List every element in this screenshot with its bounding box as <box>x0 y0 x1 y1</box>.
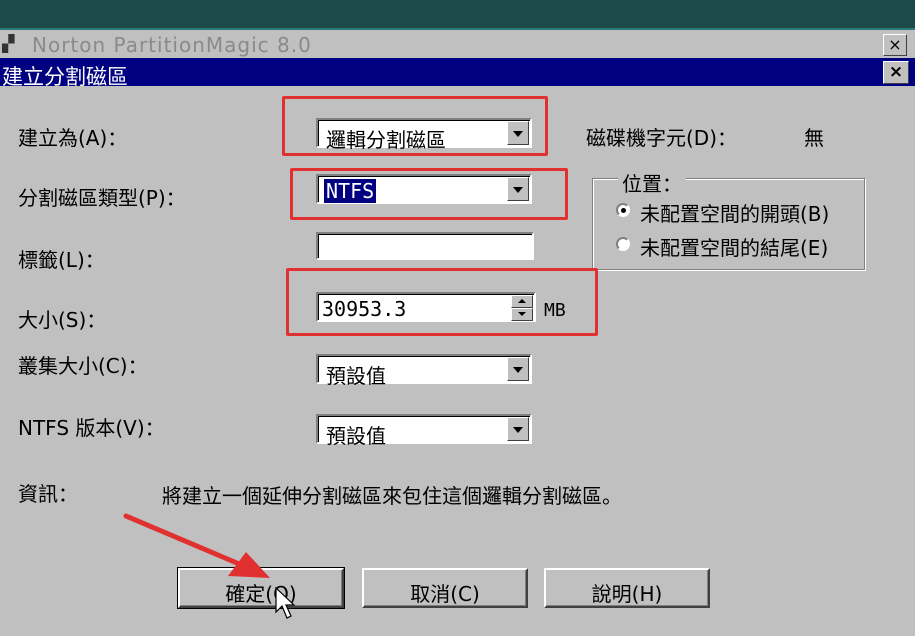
ntfs-version-label: NTFS 版本(V)： <box>18 416 165 440</box>
arrow-shaft <box>123 513 247 569</box>
close-icon[interactable]: × <box>883 61 909 84</box>
radio-end-label[interactable]: 未配置空間的結尾(E) <box>640 232 828 261</box>
cluster-size-label: 叢集大小(C)： <box>18 354 148 378</box>
dialog-title: 建立分割磁區 <box>2 65 128 89</box>
size-label: 大小(S)： <box>18 308 107 332</box>
chevron-down-icon[interactable] <box>507 357 529 381</box>
dialog-titlebar[interactable]: 建立分割磁區 × <box>0 58 915 89</box>
cluster-size-select[interactable]: 預設值 <box>316 354 532 388</box>
radio-end[interactable] <box>616 237 630 251</box>
desktop-edge <box>0 28 915 30</box>
help-button-label: 說明(H) <box>591 582 663 606</box>
volume-label-input[interactable] <box>316 232 534 260</box>
ok-button-label: 確定(O) <box>225 582 297 606</box>
drive-letter-value: 無 <box>804 126 824 150</box>
background-window-title: Norton PartitionMagic 8.0 <box>32 33 312 57</box>
highlight-box-create-as <box>282 96 548 156</box>
chevron-down-icon[interactable] <box>507 417 529 441</box>
app-icon: ▞ <box>2 34 15 53</box>
cancel-button[interactable]: 取消(C) <box>362 568 528 608</box>
cancel-button-label: 取消(C) <box>410 582 480 606</box>
highlight-box-size <box>286 268 598 336</box>
ok-button[interactable]: 確定(O) <box>177 567 345 609</box>
desktop-background <box>0 0 915 30</box>
radio-start-label[interactable]: 未配置空間的開頭(B) <box>640 198 829 227</box>
ntfs-version-select[interactable]: 預設值 <box>316 414 532 448</box>
position-group-title: 位置： <box>618 168 686 197</box>
background-close-icon[interactable]: × <box>883 34 907 56</box>
volume-label-label: 標籤(L)： <box>18 248 105 272</box>
create-as-label: 建立為(A)： <box>18 126 128 150</box>
radio-start[interactable] <box>616 203 630 217</box>
background-window-titlebar: ▞ Norton PartitionMagic 8.0 × <box>0 32 915 58</box>
cluster-size-value: 預設值 <box>326 364 386 388</box>
help-button[interactable]: 說明(H) <box>544 568 710 608</box>
partition-type-label: 分割磁區類型(P)： <box>18 186 186 210</box>
drive-letter-label: 磁碟機字元(D)： <box>586 126 738 150</box>
info-label: 資訊： <box>18 482 78 506</box>
info-text: 將建立一個延伸分割磁區來包住這個邏輯分割磁區。 <box>162 484 622 508</box>
ntfs-version-value: 預設值 <box>326 424 386 448</box>
highlight-box-partition-type <box>290 168 568 220</box>
